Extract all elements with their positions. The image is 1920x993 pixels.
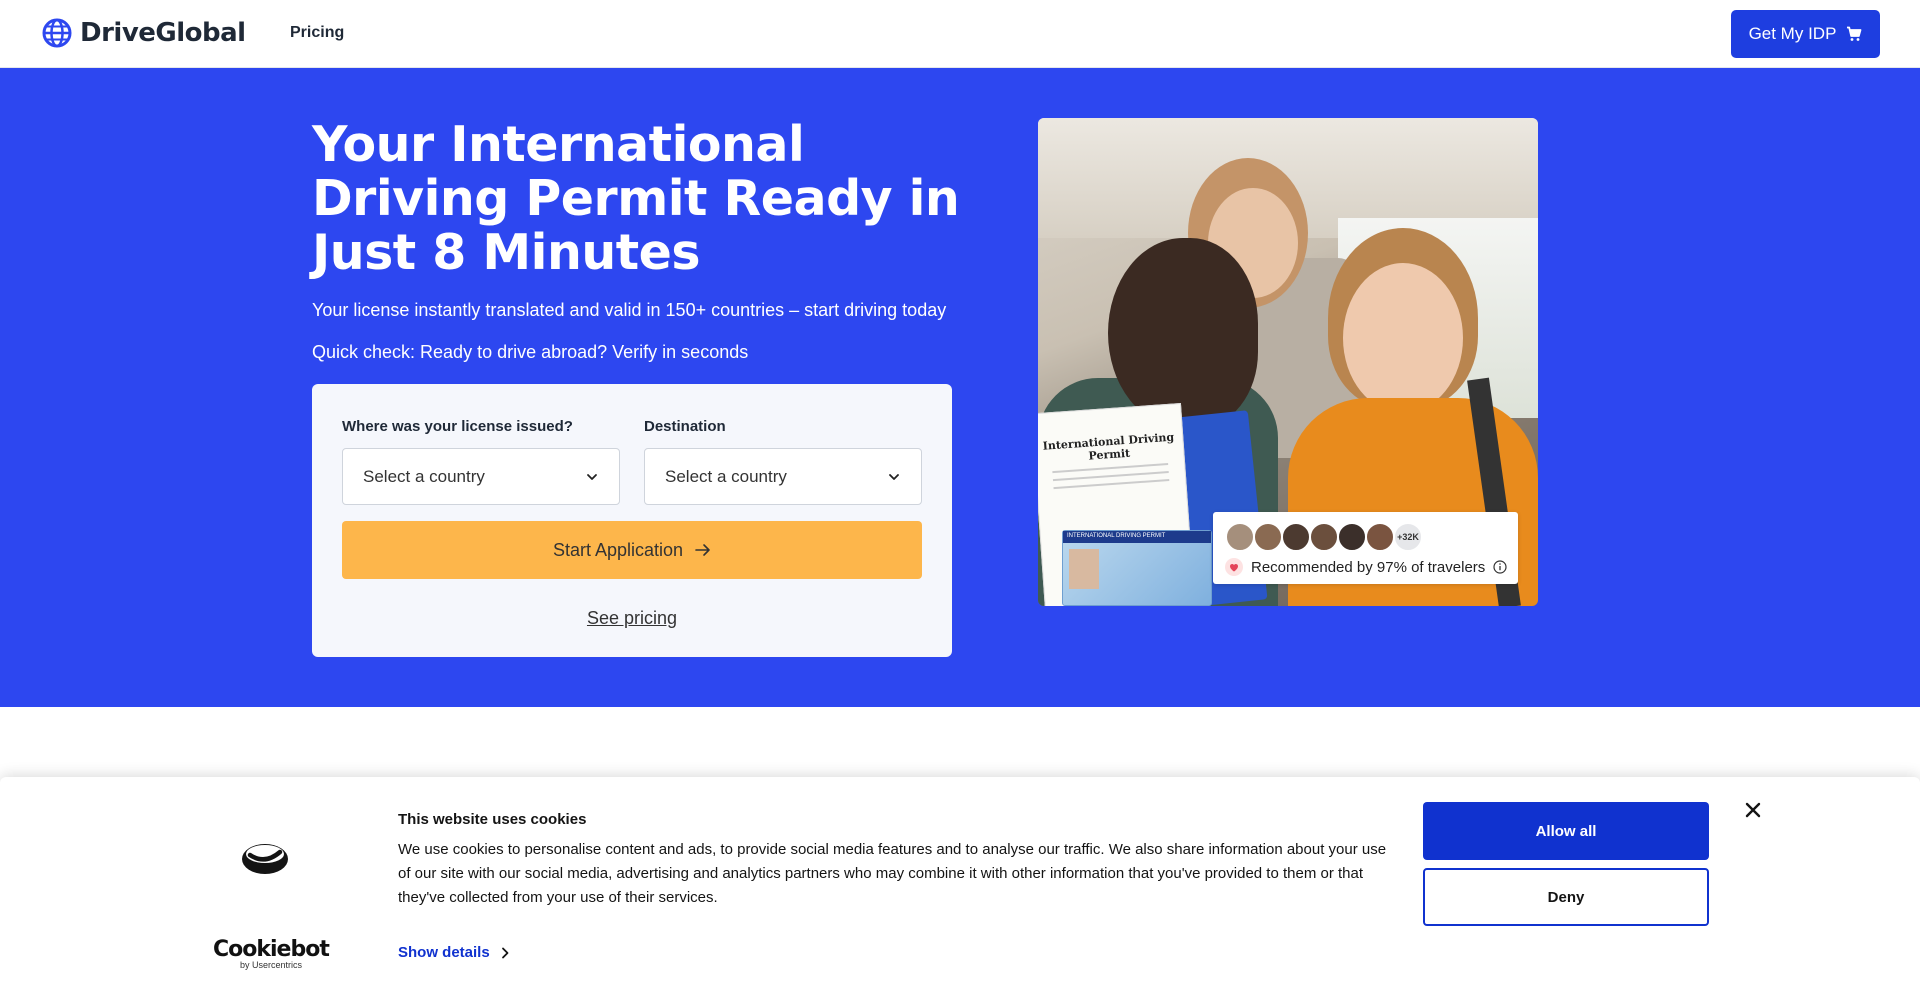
- woman-face: [1343, 263, 1463, 413]
- destination-select[interactable]: Select a country: [644, 448, 922, 505]
- permit-document-title: International Driving Permit: [1042, 430, 1175, 463]
- see-pricing-link[interactable]: See pricing: [312, 608, 952, 629]
- cookie-banner: Cookiebot by Usercentrics This website u…: [0, 777, 1920, 993]
- deny-button[interactable]: Deny: [1423, 868, 1709, 926]
- brand-logo[interactable]: DriveGlobal: [42, 18, 246, 48]
- arrow-right-icon: [695, 544, 710, 556]
- avatar: [1337, 522, 1367, 552]
- issued-country-value: Select a country: [363, 466, 485, 486]
- permit-card: INTERNATIONAL DRIVING PERMIT: [1062, 530, 1212, 606]
- avatar: [1225, 522, 1255, 552]
- chevron-down-icon: [889, 473, 899, 480]
- get-my-idp-button[interactable]: Get My IDP: [1731, 10, 1880, 58]
- start-application-button[interactable]: Start Application: [342, 521, 922, 579]
- avatar: [1281, 522, 1311, 552]
- chevron-right-icon: [501, 947, 509, 958]
- heart-icon: [1225, 558, 1243, 576]
- hero-section: Your International Driving Permit Ready …: [0, 68, 1920, 707]
- start-application-label: Start Application: [552, 539, 684, 560]
- cookiebot-wordmark: Cookiebot: [213, 937, 330, 962]
- brand-name: DriveGlobal: [80, 18, 246, 48]
- cart-icon: [1847, 26, 1862, 41]
- avatar: [1253, 522, 1283, 552]
- eligibility-form: Where was your license issued? Select a …: [312, 384, 952, 657]
- hero-photo: International Driving Permit INTERNATION…: [1038, 118, 1538, 606]
- hero-quick-check: Quick check: Ready to drive abroad? Veri…: [312, 342, 749, 362]
- allow-all-button[interactable]: Allow all: [1423, 802, 1709, 860]
- hero-subtitle: Your license instantly translated and va…: [312, 300, 947, 320]
- site-header: DriveGlobal Pricing Get My IDP: [0, 0, 1920, 68]
- man-head: [1108, 238, 1258, 428]
- show-details-label: Show details: [398, 944, 490, 961]
- traveler-avatars: +32K: [1225, 522, 1423, 552]
- destination-value: Select a country: [665, 466, 787, 486]
- cookie-title: This website uses cookies: [398, 811, 587, 828]
- recommendation-row: Recommended by 97% of travelers: [1225, 558, 1507, 576]
- cookiebot-logo-icon: [242, 844, 288, 874]
- info-icon[interactable]: [1493, 560, 1507, 574]
- cookie-text: We use cookies to personalise content an…: [398, 841, 1387, 906]
- cookiebot-byline: by Usercentrics: [240, 960, 303, 970]
- permit-card-title: INTERNATIONAL DRIVING PERMIT: [1063, 531, 1211, 543]
- show-details-link[interactable]: Show details: [398, 944, 510, 961]
- avatar-count: +32K: [1393, 522, 1423, 552]
- avatar: [1309, 522, 1339, 552]
- globe-icon: [42, 18, 72, 48]
- destination-label: Destination: [644, 418, 726, 435]
- recommendation-text: Recommended by 97% of travelers: [1251, 558, 1486, 576]
- get-my-idp-label: Get My IDP: [1748, 24, 1837, 43]
- avatar: [1365, 522, 1395, 552]
- issued-country-select[interactable]: Select a country: [342, 448, 620, 505]
- recommendation-badge: +32K Recommended by 97% of travelers: [1213, 512, 1518, 584]
- close-icon[interactable]: [1742, 799, 1764, 821]
- chevron-down-icon: [587, 473, 597, 480]
- hero-title: Your International Driving Permit Ready …: [312, 116, 960, 281]
- issued-country-label: Where was your license issued?: [342, 418, 573, 435]
- permit-card-photo: [1069, 549, 1099, 589]
- nav-pricing-link[interactable]: Pricing: [290, 24, 344, 42]
